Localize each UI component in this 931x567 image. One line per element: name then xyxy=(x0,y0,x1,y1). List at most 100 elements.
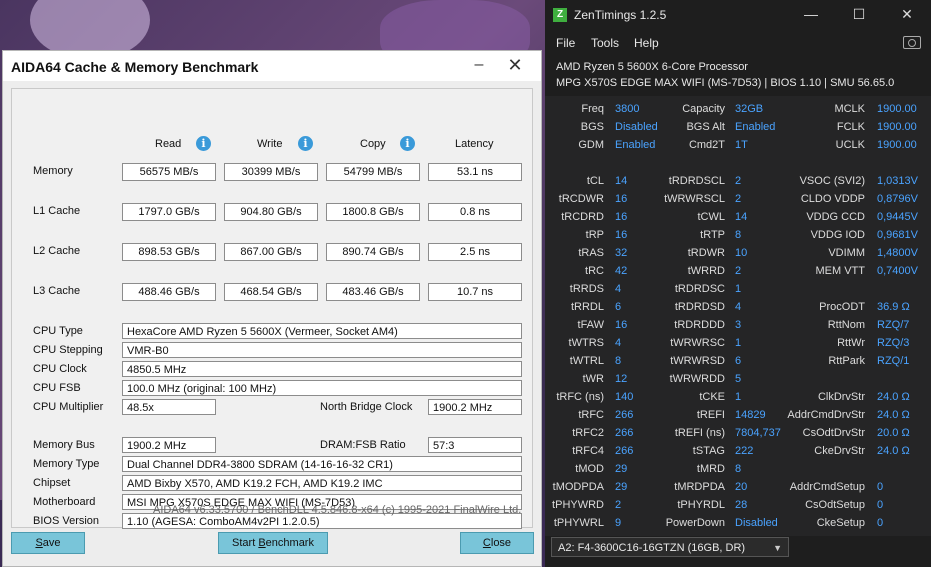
timing-value: RZQ/1 xyxy=(877,355,910,367)
timing-value: 222 xyxy=(735,445,754,457)
dimm-select[interactable]: A2: F4-3600C16-16GTZN (16GB, DR) ▼ xyxy=(551,537,789,557)
timing-label: tRFC (ns) xyxy=(556,391,604,403)
timing-value: 16 xyxy=(615,211,628,223)
timing-value: 0,9681V xyxy=(877,229,918,241)
timing-label: tMOD xyxy=(575,463,604,475)
timing-value: 0,9445V xyxy=(877,211,918,223)
timing-label: tSTAG xyxy=(692,445,725,457)
timing-label: FCLK xyxy=(836,121,865,133)
header-copy: Copy xyxy=(360,138,386,150)
cpu-stepping-label: CPU Stepping xyxy=(33,344,103,356)
timing-value: Disabled xyxy=(735,517,778,529)
copy-value: 1800.8 GB/s xyxy=(326,203,420,221)
timing-label: tMRDPDA xyxy=(674,481,725,493)
timing-label: VDDG CCD xyxy=(806,211,865,223)
timing-value: RZQ/7 xyxy=(877,319,910,331)
screenshot-camera-icon[interactable] xyxy=(903,36,921,49)
timing-value: 16 xyxy=(615,229,628,241)
timing-label: tRCDWR xyxy=(558,193,604,205)
timing-label: tRTP xyxy=(700,229,725,241)
nb-clock-label: North Bridge Clock xyxy=(320,401,413,413)
timing-value: 32GB xyxy=(735,103,764,115)
timing-label: tWTRL xyxy=(569,355,604,367)
minimize-button[interactable]: — xyxy=(801,6,821,22)
header-read: Read xyxy=(155,138,182,150)
close-button[interactable]: Close xyxy=(460,532,534,554)
menu-help[interactable]: Help xyxy=(634,36,659,50)
timing-value: 14 xyxy=(735,211,748,223)
benchmark-panel: Read i Write i Copy i Latency Memory 565… xyxy=(11,88,533,529)
zen-window-title: ZenTimings 1.2.5 xyxy=(574,8,667,22)
timing-value: 1T xyxy=(735,139,748,151)
timing-value: 8 xyxy=(735,463,742,475)
timing-label: VDDG IOD xyxy=(810,229,865,241)
timing-label: tPHYRDL xyxy=(677,499,725,511)
timing-value: 266 xyxy=(615,445,634,457)
timing-value: 1900.00 xyxy=(877,139,917,151)
timing-label: VSOC (SVI2) xyxy=(799,175,865,187)
timing-value: 24.0 Ω xyxy=(877,391,910,403)
timing-value: 29 xyxy=(615,481,628,493)
header-write: Write xyxy=(257,138,283,150)
menu-file[interactable]: File xyxy=(556,36,575,50)
aida-titlebar: AIDA64 Cache & Memory Benchmark – ✕ xyxy=(3,51,541,81)
timing-label: tWR xyxy=(582,373,604,385)
header-latency: Latency xyxy=(455,138,494,150)
minimize-button[interactable]: – xyxy=(467,55,491,75)
timing-value: 14829 xyxy=(735,409,766,421)
timing-label: tMODPDA xyxy=(552,481,604,493)
timing-value: 1900.00 xyxy=(877,103,917,115)
timing-label: tWRWRSC xyxy=(670,337,725,349)
timing-label: MEM VTT xyxy=(815,265,866,277)
latency-value: 53.1 ns xyxy=(428,163,522,181)
write-value: 904.80 GB/s xyxy=(224,203,318,221)
maximize-button[interactable]: ☐ xyxy=(849,6,869,23)
timing-label: VDIMM xyxy=(828,247,865,259)
timing-value: 10 xyxy=(735,247,748,259)
row-label: L1 Cache xyxy=(33,205,81,217)
timing-label: GDM xyxy=(578,139,604,151)
timing-label: RttNom xyxy=(827,319,865,331)
start-benchmark-button[interactable]: Start Benchmark xyxy=(218,532,328,554)
timing-value: 16 xyxy=(615,193,628,205)
timing-value: 266 xyxy=(615,409,634,421)
menu-tools[interactable]: Tools xyxy=(591,36,619,50)
timing-value: 4 xyxy=(615,337,622,349)
close-window-button[interactable]: ✕ xyxy=(503,55,527,75)
timing-label: UCLK xyxy=(835,139,865,151)
timing-label: tRFC xyxy=(578,409,604,421)
timing-label: tRP xyxy=(585,229,604,241)
timing-label: tCL xyxy=(586,175,604,187)
info-icon[interactable]: i xyxy=(298,136,313,151)
info-icon[interactable]: i xyxy=(196,136,211,151)
timing-value: 20.0 Ω xyxy=(877,427,910,439)
dram-ratio-value: 57:3 xyxy=(428,437,522,453)
cpu-type-value: HexaCore AMD Ryzen 5 5600X (Vermeer, Soc… xyxy=(122,323,522,339)
timing-label: tCWL xyxy=(697,211,726,223)
timing-label: PowerDown xyxy=(665,517,725,529)
cpu-fsb-value: 100.0 MHz (original: 100 MHz) xyxy=(122,380,522,396)
timing-value: 3800 xyxy=(615,103,640,115)
timing-value: 1 xyxy=(735,391,742,403)
timing-value: 0 xyxy=(877,517,884,529)
read-value: 56575 MB/s xyxy=(122,163,216,181)
cpu-fsb-label: CPU FSB xyxy=(33,382,81,394)
info-icon[interactable]: i xyxy=(400,136,415,151)
cpu-multiplier-label: CPU Multiplier xyxy=(33,401,104,413)
motherboard-label: Motherboard xyxy=(33,496,96,508)
save-button[interactable]: Save xyxy=(11,532,85,554)
close-window-button[interactable]: ✕ xyxy=(897,6,917,23)
row-label: Memory xyxy=(33,165,73,177)
timings-grid: Freq 3800 BGS Disabled GDM Enabled tCL 14 tRCDWR… xyxy=(545,96,931,536)
cpu-type-label: CPU Type xyxy=(33,325,83,337)
timing-value: 3 xyxy=(735,319,742,331)
chipset-label: Chipset xyxy=(33,477,71,489)
timing-value: 12 xyxy=(615,373,628,385)
timing-value: 1 xyxy=(735,337,742,349)
timing-label: tRDRDSD xyxy=(674,301,725,313)
timing-label: tRAS xyxy=(578,247,604,259)
dimm-select-value: A2: F4-3600C16-16GTZN (16GB, DR) xyxy=(558,542,746,554)
timing-value: Disabled xyxy=(615,121,658,133)
timing-value: 0,8796V xyxy=(877,193,918,205)
timing-value: 6 xyxy=(735,355,742,367)
